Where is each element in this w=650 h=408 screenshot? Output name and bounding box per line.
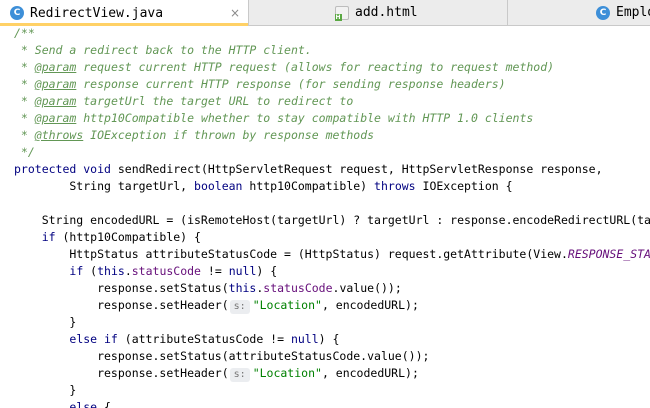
tab-label: Employ xyxy=(616,5,650,20)
tab-add-html[interactable]: H add.html xyxy=(335,0,507,25)
tab-redirectview-java[interactable]: C RedirectView.java × xyxy=(0,0,248,26)
code-line: * @param http10Compatible whether to sta… xyxy=(14,111,534,125)
code-line: } xyxy=(14,315,77,329)
code-line: else { xyxy=(69,400,111,408)
code-line: String encodedURL = (isRemoteHost(target… xyxy=(14,213,650,227)
code-line: * @param request current HTTP request (a… xyxy=(14,60,555,74)
parameter-hint: s: xyxy=(229,300,250,314)
code-line: response.setHeader(s: "Location", encoded… xyxy=(14,366,419,382)
code-line: * @param targetUrl the target URL to red… xyxy=(14,94,354,108)
html-file-icon: H xyxy=(335,5,349,21)
java-class-icon: C xyxy=(10,6,24,20)
tab-label: add.html xyxy=(355,5,418,20)
parameter-hint: s: xyxy=(229,368,250,382)
code-line: * @param response current HTTP response … xyxy=(14,77,506,91)
code-line: HttpStatus attributeStatusCode = (HttpSt… xyxy=(14,247,650,261)
tab-divider xyxy=(248,0,249,25)
code-editor[interactable]: /** * Send a redirect back to the HTTP c… xyxy=(0,26,650,408)
code-line: String targetUrl, boolean http10Compatib… xyxy=(14,179,513,193)
code-line: response.setStatus(attributeStatusCode.v… xyxy=(14,349,430,363)
code-line: response.setHeader(s: "Location", encoded… xyxy=(14,298,419,314)
java-class-icon: C xyxy=(596,5,610,20)
code-line: */ xyxy=(14,145,35,159)
code-line: if (this.statusCode != null) { xyxy=(69,264,278,278)
tab-divider xyxy=(507,0,508,25)
code-line: if (http10Compatible) { xyxy=(41,230,201,244)
code-line: } xyxy=(14,383,77,397)
code-line: * @throws IOException if thrown by respo… xyxy=(14,128,375,142)
code-line: else if (attributeStatusCode != null) { xyxy=(69,332,340,346)
code-line: protected void sendRedirect(HttpServletR… xyxy=(14,162,603,176)
tab-label: RedirectView.java xyxy=(30,5,164,21)
code-line: * Send a redirect back to the HTTP clien… xyxy=(14,43,312,57)
code-line: /** xyxy=(14,26,35,40)
editor-tab-bar: C RedirectView.java × H add.html C Emplo… xyxy=(0,0,650,26)
code-line: response.setStatus(this.statusCode.value… xyxy=(14,281,402,295)
close-icon[interactable]: × xyxy=(230,6,240,20)
tab-employ[interactable]: C Employ xyxy=(596,0,650,25)
